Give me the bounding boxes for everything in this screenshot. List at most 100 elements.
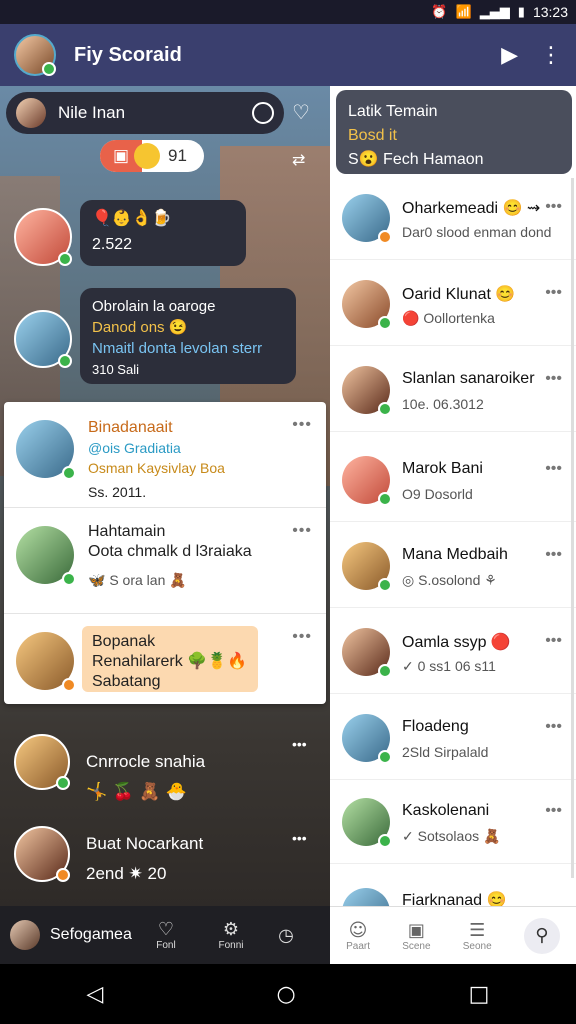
contact-name: Hahtamain	[88, 523, 166, 540]
status-bar: ⏰ 📶 ▂▄▆ ▮ 13:23	[0, 0, 576, 24]
more-options-icon[interactable]: •••	[292, 628, 312, 646]
contact-status: ◎ S.osolond ⚘	[402, 572, 497, 588]
more-options-icon[interactable]: •••	[292, 416, 312, 434]
heart-icon: ♡	[157, 919, 175, 940]
avatar	[16, 526, 76, 586]
message-bubble[interactable]: 🎈👶👌🍺 2.522	[80, 200, 246, 266]
search-icon[interactable]	[252, 102, 274, 124]
contact-status: O9 Dosorld	[402, 486, 473, 502]
contact-row[interactable]: Oharkemeadi 😊 ⇝ Dar0 slood enman dond ••…	[330, 176, 576, 260]
more-menu-icon[interactable]: ⋮	[540, 43, 562, 68]
avatar[interactable]	[14, 208, 72, 266]
profile-avatar[interactable]	[14, 34, 56, 76]
contact-row[interactable]: Oamla ssyp 🔴 ✓ 0 ss1 06 s11 •••	[330, 610, 576, 694]
list-item[interactable]: Hahtamain Oota chmalk d l3raiaka 🦋 S ora…	[4, 508, 326, 614]
contact-name: Slanlan sanaroiker	[402, 370, 535, 387]
chat-preview: 🤸 🍒 🧸 🐣	[86, 782, 187, 802]
shuffle-icon[interactable]: ⇄	[292, 150, 305, 169]
contact-row[interactable]: Floadeng 2Sld Sirpalald •••	[330, 696, 576, 780]
tab-paart[interactable]: ☺ Paart	[346, 920, 370, 952]
more-options-icon[interactable]: •••	[545, 632, 562, 650]
alarm-icon: ⏰	[431, 4, 448, 20]
smile-emoji-icon	[134, 143, 160, 169]
message-preview: Sabatang	[92, 673, 161, 690]
avatar	[342, 542, 392, 592]
tab-seone[interactable]: ☰ Seone	[463, 920, 492, 952]
app-header: Fiy Scoraid ▶ ⋮	[0, 24, 576, 86]
contact-name: Marok Bani	[402, 460, 483, 477]
app-screen: ⏰ 📶 ▂▄▆ ▮ 13:23 Fiy Scoraid ▶ ⋮ Nile Ina…	[0, 0, 576, 1024]
avatar[interactable]	[14, 734, 70, 790]
tab-label: Scene	[402, 940, 431, 952]
list-item[interactable]: Bopanak Renahilarerk 🌳🍍🔥 Sabatang •••	[4, 614, 326, 720]
contact-row[interactable]: Fiarknanad 😊	[330, 866, 576, 936]
contacts-meta: S😮 Fech Hamaon	[348, 151, 484, 168]
right-footer-bar: ☺ Paart ▣ Scene ☰ Seone ⚲	[330, 906, 576, 964]
avatar	[342, 194, 392, 244]
timestamp: Ss. 2011.	[88, 484, 147, 500]
contact-row[interactable]: Marok Bani O9 Dosorld •••	[330, 438, 576, 522]
heart-icon[interactable]: ♡	[292, 100, 310, 124]
message-preview: Renahilarerk 🌳🍍🔥	[92, 653, 247, 670]
tab-label: Fonl	[156, 940, 176, 951]
recents-icon[interactable]: □	[469, 982, 490, 1007]
tab-label: Seone	[462, 940, 492, 952]
contacts-header-card[interactable]: Latik Temain Bosd it S😮 Fech Hamaon	[336, 90, 572, 174]
message-text: Nmaitl donta levolan sterr	[92, 340, 263, 357]
chat-name: Cnrrocle snahia	[86, 752, 206, 771]
home-icon[interactable]: ○	[276, 982, 295, 1007]
message-bubble[interactable]: Obrolain la oaroge Danod ons 😉 Nmaitl do…	[80, 288, 296, 384]
contact-status: ✓ 0 ss1 06 s11	[402, 658, 496, 674]
chat-preview: 2end ✷ 20	[86, 864, 167, 883]
message-meta: 🦋 S ora lan 🧸	[88, 572, 187, 588]
contact-row[interactable]: Slanlan sanaroiker 10e. 06.3012 •••	[330, 348, 576, 432]
search-bar[interactable]: Nile Inan	[6, 92, 284, 134]
avatar	[342, 628, 392, 678]
gallery-icon: ▣	[407, 919, 425, 941]
search-label: Nile Inan	[58, 103, 126, 122]
more-options-icon[interactable]: •••	[545, 546, 562, 564]
more-options-icon[interactable]: •••	[545, 198, 562, 216]
footer-user-name: Sefogamea	[50, 926, 132, 943]
message-text: 🎈👶👌🍺	[92, 210, 172, 227]
more-options-icon[interactable]: •••	[545, 718, 562, 736]
contacts-title: Latik Temain	[348, 103, 438, 120]
contact-name: Bopanak	[92, 633, 156, 650]
tab-fonl[interactable]: ♡ Fonl	[136, 919, 196, 951]
video-call-icon[interactable]: ▶	[501, 43, 518, 68]
more-options-icon[interactable]: •••	[545, 370, 562, 388]
tab-fonni[interactable]: ⚙ Fonni	[196, 919, 266, 951]
contact-handle: @ois Gradiatia	[88, 440, 181, 456]
reaction-pill[interactable]: ▣ 91	[100, 140, 204, 172]
avatar[interactable]	[14, 310, 72, 368]
message-text: Danod ons 😉	[92, 319, 188, 336]
more-options-icon[interactable]: •••	[292, 830, 307, 846]
more-options-icon[interactable]: •••	[545, 460, 562, 478]
tab-scene[interactable]: ▣ Scene	[402, 920, 430, 952]
contact-status: 10e. 06.3012	[402, 396, 484, 412]
contact-row[interactable]: Oarid Klunat 😊 🔴 Oollortenka •••	[330, 262, 576, 346]
clock-button[interactable]: ◷	[266, 925, 306, 946]
avatar[interactable]	[14, 826, 70, 882]
more-options-icon[interactable]: •••	[292, 522, 312, 540]
avatar	[342, 798, 392, 848]
back-icon[interactable]: ◁	[87, 982, 104, 1007]
avatar	[342, 366, 392, 416]
avatar	[16, 98, 46, 128]
message-text: Obrolain la oaroge	[92, 298, 216, 315]
contacts-pane: Latik Temain Bosd it S😮 Fech Hamaon Ohar…	[330, 86, 576, 964]
contact-name: Binadanaait	[88, 419, 173, 436]
person-icon: ☺	[348, 919, 368, 941]
scrollbar[interactable]	[571, 178, 574, 878]
contact-row[interactable]: Kaskolenani ✓ Sotsolaos 🧸 •••	[330, 780, 576, 864]
more-options-icon[interactable]: •••	[545, 284, 562, 302]
contact-name: Oarid Klunat 😊	[402, 286, 516, 303]
avatar[interactable]	[10, 920, 40, 950]
message-time: 310 Sali	[92, 362, 139, 377]
more-options-icon[interactable]: •••	[545, 802, 562, 820]
chat-feed-pane: Nile Inan ♡ ⇄ ▣ 91 🎈👶👌🍺 2.522 Obrolain l…	[0, 86, 330, 964]
more-options-icon[interactable]: •••	[292, 736, 307, 752]
search-icon[interactable]: ⚲	[523, 917, 560, 954]
list-item[interactable]: Binadanaait @ois Gradiatia Osman Kaysivl…	[4, 402, 326, 508]
contact-row[interactable]: Mana Medbaih ◎ S.osolond ⚘ •••	[330, 524, 576, 608]
